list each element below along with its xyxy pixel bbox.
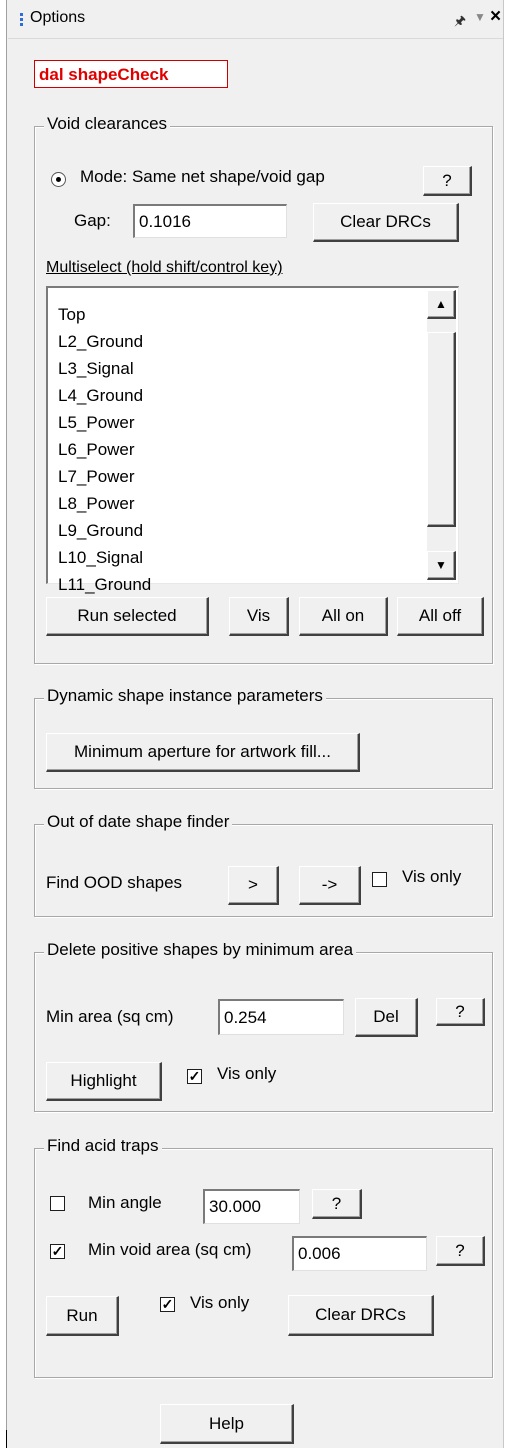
delete-help-button[interactable]: ? <box>436 998 485 1026</box>
min-void-checkbox[interactable]: ✓ <box>50 1244 65 1259</box>
gap-input[interactable] <box>133 204 287 238</box>
acid-clear-drcs-button[interactable]: Clear DRCs <box>288 1295 434 1336</box>
acid-traps-legend: Find acid traps <box>44 1136 162 1156</box>
layer-list-item[interactable]: L4_Ground <box>58 382 151 409</box>
ood-vis-only-label: Vis only <box>402 867 462 886</box>
ood-next-button[interactable]: > <box>228 866 279 905</box>
right-edge <box>504 0 515 1448</box>
gap-label: Gap: <box>74 211 111 230</box>
layer-list-item[interactable]: L8_Power <box>58 490 151 517</box>
ood-vis-only-checkbox[interactable] <box>372 872 387 887</box>
splitter-mark <box>6 1430 7 1448</box>
layer-list-item[interactable]: L7_Power <box>58 463 151 490</box>
left-border <box>6 0 7 1448</box>
highlight-button[interactable]: Highlight <box>46 1062 162 1101</box>
grip-icon[interactable] <box>20 13 23 27</box>
all-off-button[interactable]: All off <box>397 597 484 636</box>
ood-finder-legend: Out of date shape finder <box>44 812 233 832</box>
mode-help-button[interactable]: ? <box>423 166 472 196</box>
layer-list: Top L2_Ground L3_Signal L4_Ground L5_Power L6… <box>58 301 151 598</box>
layer-list-item[interactable]: L11_Ground <box>58 571 151 598</box>
min-angle-checkbox[interactable] <box>50 1196 65 1211</box>
layer-list-item[interactable]: L10_Signal <box>58 544 151 571</box>
min-angle-label: Min angle <box>88 1193 162 1212</box>
min-angle-input[interactable] <box>203 1189 300 1224</box>
window-title: Options <box>30 9 86 26</box>
layer-list-item[interactable]: L2_Ground <box>58 328 151 355</box>
delete-positive-legend: Delete positive shapes by minimum area <box>44 940 357 960</box>
dropdown-icon[interactable]: ▼ <box>474 10 486 24</box>
ood-arrow-button[interactable]: -> <box>299 866 361 905</box>
pin-icon[interactable]: 🖈 <box>454 12 466 34</box>
find-ood-label: Find OOD shapes <box>46 873 183 892</box>
clear-drcs-button[interactable]: Clear DRCs <box>313 203 459 242</box>
title-bar[interactable]: Options 🖈 ▼ × <box>8 0 503 39</box>
void-help-button[interactable]: ? <box>436 1236 485 1266</box>
acid-vis-only-checkbox[interactable]: ✓ <box>160 1297 175 1312</box>
layer-list-item[interactable]: Top <box>58 301 151 328</box>
angle-help-button[interactable]: ? <box>312 1189 362 1219</box>
help-button[interactable]: Help <box>160 1404 294 1444</box>
radio-dot <box>56 177 61 182</box>
min-void-label: Min void area (sq cm) <box>88 1240 252 1259</box>
scroll-up-button[interactable]: ▲ <box>427 290 456 319</box>
all-on-button[interactable]: All on <box>299 597 388 636</box>
delete-vis-only-checkbox[interactable]: ✓ <box>187 1069 202 1084</box>
layer-listbox[interactable]: Top L2_Ground L3_Signal L4_Ground L5_Power L6… <box>46 286 459 594</box>
dynamic-shape-legend: Dynamic shape instance parameters <box>44 686 326 706</box>
void-clearances-legend: Void clearances <box>44 114 171 134</box>
layer-list-item[interactable]: L9_Ground <box>58 517 151 544</box>
del-button[interactable]: Del <box>355 998 418 1037</box>
acid-run-button[interactable]: Run <box>46 1296 119 1336</box>
scroll-down-button[interactable]: ▼ <box>427 551 456 580</box>
acid-vis-only-label: Vis only <box>190 1293 250 1312</box>
layer-list-item[interactable]: L6_Power <box>58 436 151 463</box>
mode-radio[interactable] <box>51 172 66 187</box>
mode-label: Mode: Same net shape/void gap <box>80 167 325 186</box>
min-aperture-button[interactable]: Minimum aperture for artwork fill... <box>46 733 360 772</box>
multiselect-label: Multiselect (hold shift/control key) <box>46 259 283 276</box>
min-area-input[interactable] <box>218 999 344 1035</box>
scroll-thumb[interactable] <box>427 332 456 527</box>
run-selected-button[interactable]: Run selected <box>46 597 209 636</box>
close-icon[interactable]: × <box>490 6 501 28</box>
vis-button[interactable]: Vis <box>229 597 289 636</box>
min-void-input[interactable] <box>292 1236 427 1271</box>
min-area-label: Min area (sq cm) <box>46 1007 174 1026</box>
layer-list-item[interactable]: L5_Power <box>58 409 151 436</box>
brand-label: dal shapeCheck <box>34 60 228 88</box>
layer-list-item[interactable]: L3_Signal <box>58 355 151 382</box>
delete-vis-only-label: Vis only <box>217 1064 277 1083</box>
